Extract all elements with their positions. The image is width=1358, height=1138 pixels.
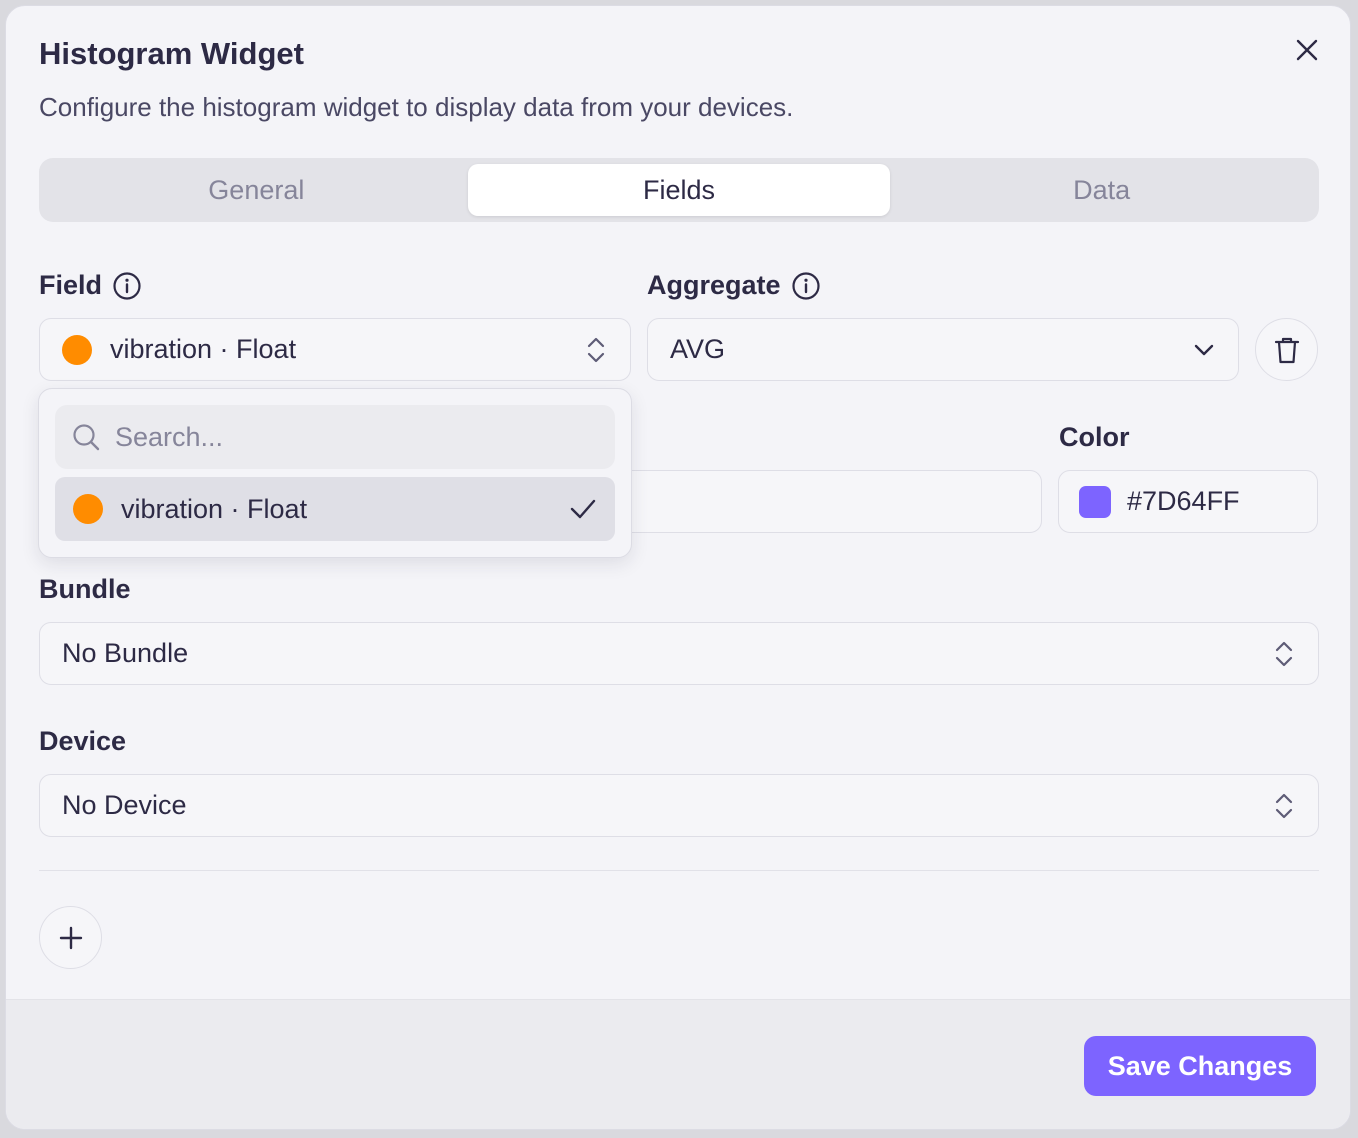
aggregate-select[interactable]: AVG bbox=[647, 318, 1239, 381]
dialog-footer: Save Changes bbox=[6, 999, 1350, 1129]
bundle-select-value: No Bundle bbox=[62, 638, 189, 668]
option-color-dot bbox=[73, 494, 103, 524]
tab-data[interactable]: Data bbox=[890, 164, 1313, 216]
color-swatch[interactable] bbox=[1079, 485, 1111, 518]
color-label: Color bbox=[1059, 422, 1130, 452]
tab-general[interactable]: General bbox=[45, 164, 468, 216]
trash-icon bbox=[1274, 337, 1299, 363]
color-value: #7D64FF bbox=[1127, 486, 1240, 516]
chevron-down-icon bbox=[1192, 335, 1216, 365]
field-color-dot bbox=[62, 334, 92, 365]
dialog-subtitle: Configure the histogram widget to displa… bbox=[39, 92, 794, 122]
bundle-select[interactable]: No Bundle bbox=[39, 622, 1319, 685]
divider bbox=[39, 870, 1319, 871]
field-select[interactable]: vibration · Float bbox=[39, 318, 631, 381]
save-changes-button[interactable]: Save Changes bbox=[1084, 1036, 1316, 1096]
histogram-widget-dialog: Histogram Widget Configure the histogram… bbox=[5, 5, 1351, 1130]
field-label: Field bbox=[39, 270, 103, 300]
option-label: vibration · Float bbox=[121, 493, 308, 524]
dropdown-option[interactable]: vibration · Float bbox=[55, 477, 615, 541]
field-dropdown-popover: Search... vibration · Float bbox=[38, 388, 632, 558]
tab-bar: General Fields Data bbox=[39, 158, 1319, 222]
info-icon[interactable] bbox=[112, 271, 142, 301]
color-input[interactable]: #7D64FF bbox=[1058, 470, 1318, 533]
tab-fields[interactable]: Fields bbox=[467, 164, 891, 216]
delete-field-button[interactable] bbox=[1255, 318, 1318, 381]
dialog-title: Histogram Widget bbox=[39, 36, 304, 71]
chevron-up-down-icon bbox=[584, 335, 608, 365]
bundle-label: Bundle bbox=[39, 574, 131, 604]
aggregate-label-row: Aggregate bbox=[647, 270, 821, 301]
device-select-value: No Device bbox=[62, 790, 187, 820]
field-name-input[interactable] bbox=[606, 470, 1042, 533]
info-icon[interactable] bbox=[791, 271, 821, 301]
search-icon bbox=[73, 424, 100, 451]
plus-icon bbox=[59, 926, 82, 949]
check-icon bbox=[570, 499, 596, 519]
add-field-button[interactable] bbox=[39, 906, 102, 969]
aggregate-label: Aggregate bbox=[647, 270, 781, 300]
device-label: Device bbox=[39, 726, 127, 756]
chevron-up-down-icon bbox=[1272, 791, 1296, 821]
field-select-value: vibration · Float bbox=[110, 334, 297, 364]
chevron-up-down-icon bbox=[1272, 639, 1296, 669]
aggregate-select-value: AVG bbox=[670, 334, 726, 364]
search-placeholder: Search... bbox=[115, 421, 224, 452]
dropdown-search[interactable]: Search... bbox=[55, 405, 615, 469]
close-icon bbox=[1296, 39, 1318, 61]
device-select[interactable]: No Device bbox=[39, 774, 1319, 837]
field-label-row: Field bbox=[39, 270, 142, 301]
close-button[interactable] bbox=[1289, 32, 1325, 68]
